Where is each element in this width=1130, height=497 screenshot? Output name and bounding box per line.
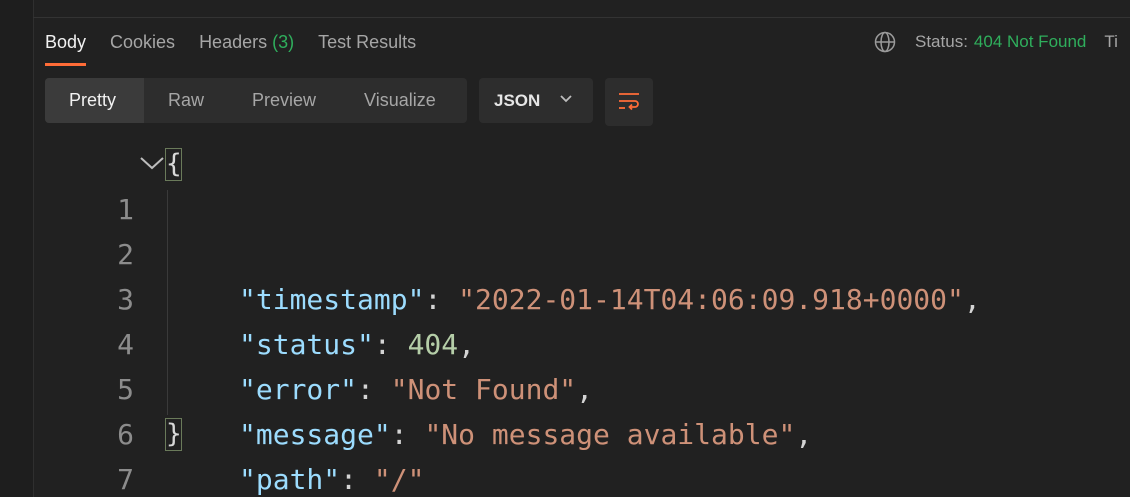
code-line: 2 "timestamp": "2022-01-14T04:06:09.918+…	[0, 187, 1130, 316]
response-panel: Body Cookies Headers (3) Test Results St…	[0, 0, 1130, 497]
line-number: 7	[117, 463, 134, 496]
tab-test-results[interactable]: Test Results	[318, 28, 416, 66]
code-line: 4 "error": "Not Found",	[0, 277, 1130, 406]
code-line: 7 }	[0, 412, 1130, 496]
status-label: Status:	[915, 32, 968, 51]
view-visualize-button[interactable]: Visualize	[340, 78, 460, 123]
tab-label: Test Results	[318, 32, 417, 52]
json-key: "path"	[239, 463, 341, 496]
view-pretty-button[interactable]: Pretty	[45, 78, 144, 123]
time-label[interactable]: Ti	[1104, 32, 1118, 52]
tab-headers[interactable]: Headers (3)	[199, 28, 294, 66]
tab-label: Cookies	[110, 32, 176, 52]
tab-cookies[interactable]: Cookies	[110, 28, 175, 66]
view-mode-group: Pretty Raw Preview Visualize	[45, 78, 467, 123]
wrap-lines-button[interactable]	[605, 78, 653, 126]
divider	[33, 17, 1130, 18]
code-line: 6 "path": "/"	[0, 367, 1130, 496]
view-raw-button[interactable]: Raw	[144, 78, 228, 123]
headers-count-badge: (3)	[272, 32, 295, 52]
wrap-lines-icon	[619, 93, 639, 111]
response-body-editor[interactable]: 1 { 2 "timestamp": "2022-01-14T04:06:09.…	[0, 142, 1130, 496]
code-line: 5 "message": "No message available",	[0, 322, 1130, 451]
close-brace: }	[165, 418, 182, 451]
code-line: 1 {	[0, 142, 1130, 226]
status-code[interactable]: 404 Not Found	[974, 32, 1086, 52]
chevron-down-icon	[560, 95, 572, 103]
fold-chevron-icon[interactable]	[139, 154, 165, 172]
format-value: JSON	[494, 90, 541, 110]
tab-body[interactable]: Body	[45, 28, 87, 66]
format-dropdown[interactable]: JSON	[479, 78, 593, 123]
tab-label: Body	[45, 32, 87, 52]
open-brace: {	[165, 148, 182, 181]
json-entry: "path": "/"	[239, 463, 425, 496]
json-value: "/"	[373, 463, 425, 496]
globe-icon[interactable]	[874, 31, 896, 53]
tab-label: Headers	[199, 32, 268, 52]
response-tabs: Body Cookies Headers (3) Test Results	[45, 28, 440, 66]
view-preview-button[interactable]: Preview	[228, 78, 340, 123]
code-line: 3 "status": 404,	[0, 232, 1130, 361]
response-status: Status: 404 Not Found Ti	[874, 28, 1118, 56]
